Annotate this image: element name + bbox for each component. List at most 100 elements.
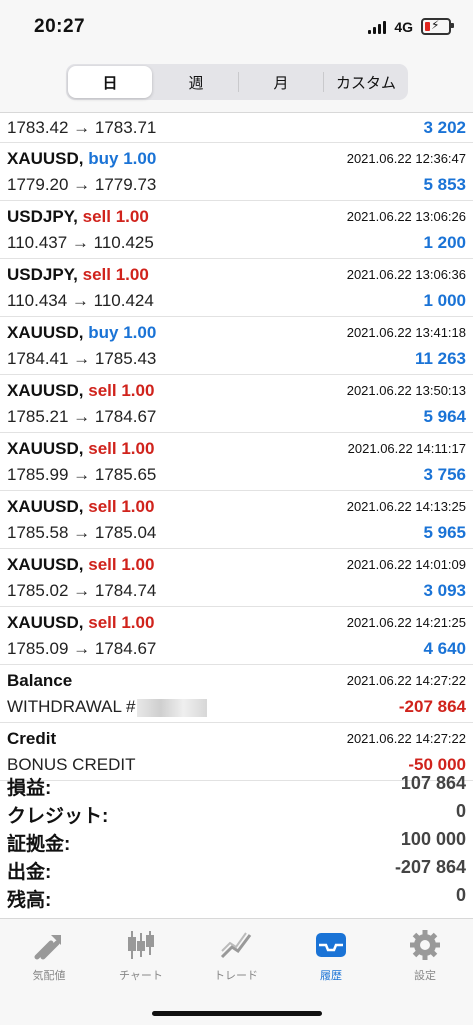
status-icons: 4G ⚡	[368, 18, 454, 35]
history-row[interactable]: XAUUSD, sell 1.00 2021.06.22 14:13:25 17…	[0, 491, 473, 549]
tab-custom[interactable]: カスタム	[324, 64, 408, 100]
profit-value: 3 093	[423, 581, 466, 600]
order-type: buy 1.00	[88, 149, 157, 168]
inbox-icon	[316, 933, 346, 957]
deal-date: 2021.06.22 14:01:09	[346, 557, 466, 572]
price-range: 1785.99 → 1785.65	[7, 465, 157, 484]
profit-value: 1 200	[423, 233, 466, 252]
price-range: 1779.20 → 1779.73	[7, 175, 157, 194]
deal-date: 2021.06.22 13:06:36	[346, 267, 466, 282]
summary-value: 0	[455, 801, 466, 821]
tab-history[interactable]: 履歴	[286, 927, 376, 983]
bottom-tab-bar: 気配値 チャート トレード 履歴 設定	[0, 918, 473, 1025]
symbol-label: XAUUSD,	[7, 381, 84, 400]
summary-label: クレジット:	[7, 806, 109, 827]
price-range: 1783.42 → 1783.71	[7, 118, 157, 137]
symbol-label: Balance	[7, 671, 73, 690]
tab-label: チャート	[119, 970, 163, 982]
history-row[interactable]: Balance 2021.06.22 14:27:22 WITHDRAWAL #…	[0, 665, 473, 723]
tab-label: 設定	[414, 970, 436, 982]
deal-date: 2021.06.22 12:36:47	[346, 151, 466, 166]
summary-value: -207 864	[394, 857, 466, 877]
summary-label: 残高:	[7, 890, 52, 911]
price-range: 1785.58 → 1785.04	[7, 523, 157, 542]
summary-value: 0	[455, 885, 466, 905]
tab-week[interactable]: 週	[154, 64, 238, 100]
profit-value: 1 000	[423, 291, 466, 310]
profit-value: 5 965	[423, 523, 466, 542]
order-type: buy 1.00	[88, 323, 157, 342]
profit-value: 4 640	[423, 639, 466, 658]
trade-icon	[220, 932, 252, 959]
status-time: 20:27	[34, 16, 86, 37]
symbol-label: XAUUSD,	[7, 497, 84, 516]
status-bar: 20:27 4G ⚡	[0, 0, 473, 52]
symbol-label: XAUUSD,	[7, 613, 84, 632]
summary-row: クレジット: 0	[0, 798, 473, 827]
summary-panel: 損益: 107 864 クレジット: 0 証拠金: 100 000 出金: -2…	[0, 770, 473, 911]
tab-trade[interactable]: トレード	[191, 927, 281, 983]
order-type: sell 1.00	[88, 439, 155, 458]
summary-label: 出金:	[7, 862, 52, 883]
profit-value: 3 202	[423, 118, 466, 137]
profit-value: 5 853	[423, 175, 466, 194]
summary-row: 証拠金: 100 000	[0, 826, 473, 855]
tab-label: トレード	[214, 970, 258, 982]
signal-icon	[368, 20, 387, 34]
deal-date: 2021.06.22 14:27:22	[346, 731, 466, 746]
network-label: 4G	[394, 18, 413, 35]
home-indicator	[152, 1011, 322, 1016]
tab-settings[interactable]: 設定	[380, 927, 470, 983]
history-row[interactable]: XAUUSD, sell 1.00 2021.06.22 13:50:13 17…	[0, 375, 473, 433]
tab-quotes[interactable]: 気配値	[4, 927, 94, 983]
price-range: 1785.09 → 1784.67	[7, 639, 157, 658]
symbol-label: Credit	[7, 729, 57, 748]
history-row[interactable]: 1783.42 → 1783.71 3 202	[0, 113, 473, 143]
period-bar: 日 週 月 カスタム	[0, 52, 473, 113]
history-row[interactable]: XAUUSD, sell 1.00 2021.06.22 14:11:17 17…	[0, 433, 473, 491]
profit-value: 5 964	[423, 407, 466, 426]
deal-date: 2021.06.22 13:50:13	[346, 383, 466, 398]
order-type: sell 1.00	[88, 497, 155, 516]
price-range: 1785.02 → 1784.74	[7, 581, 157, 600]
redacted-blur	[137, 698, 208, 717]
deal-date: 2021.06.22 14:21:25	[346, 615, 466, 630]
profit-value: 3 756	[423, 465, 466, 484]
symbol-label: XAUUSD,	[7, 555, 84, 574]
history-row[interactable]: XAUUSD, buy 1.00 2021.06.22 13:41:18 178…	[0, 317, 473, 375]
symbol-label: XAUUSD,	[7, 439, 84, 458]
history-row[interactable]: XAUUSD, sell 1.00 2021.06.22 14:01:09 17…	[0, 549, 473, 607]
deal-date: 2021.06.22 14:13:25	[346, 499, 466, 514]
tab-month[interactable]: 月	[239, 64, 323, 100]
history-row[interactable]: XAUUSD, buy 1.00 2021.06.22 12:36:47 177…	[0, 143, 473, 201]
profit-value: -207 864	[398, 697, 466, 716]
price-range: 110.434 → 110.424	[7, 291, 154, 310]
profit-value: 11 263	[414, 349, 466, 368]
symbol-label: XAUUSD,	[7, 149, 84, 168]
summary-row: 残高: 0	[0, 882, 473, 911]
summary-label: 損益:	[7, 778, 52, 799]
order-type: sell 1.00	[88, 555, 155, 574]
summary-row: 出金: -207 864	[0, 854, 473, 883]
price-range: WITHDRAWAL #	[7, 697, 136, 716]
order-type: sell 1.00	[88, 381, 155, 400]
order-type: sell 1.00	[88, 613, 155, 632]
quotes-icon	[34, 935, 61, 960]
tab-day[interactable]: 日	[68, 66, 152, 98]
price-range: 110.437 → 110.425	[7, 233, 154, 252]
history-row[interactable]: XAUUSD, sell 1.00 2021.06.22 14:21:25 17…	[0, 607, 473, 665]
candlestick-icon	[128, 931, 154, 959]
deal-date: 2021.06.22 13:41:18	[346, 325, 466, 340]
symbol-label: USDJPY,	[7, 207, 78, 226]
summary-value: 107 864	[400, 773, 466, 793]
symbol-label: USDJPY,	[7, 265, 78, 284]
order-type: sell 1.00	[82, 265, 149, 284]
tab-chart[interactable]: チャート	[96, 927, 186, 983]
history-row[interactable]: USDJPY, sell 1.00 2021.06.22 13:06:26 11…	[0, 201, 473, 259]
tab-label: 履歴	[320, 970, 342, 982]
history-row[interactable]: USDJPY, sell 1.00 2021.06.22 13:06:36 11…	[0, 259, 473, 317]
deal-date: 2021.06.22 14:27:22	[346, 673, 466, 688]
summary-row: 損益: 107 864	[0, 770, 473, 799]
symbol-label: XAUUSD,	[7, 323, 84, 342]
price-range: 1785.21 → 1784.67	[7, 407, 157, 426]
